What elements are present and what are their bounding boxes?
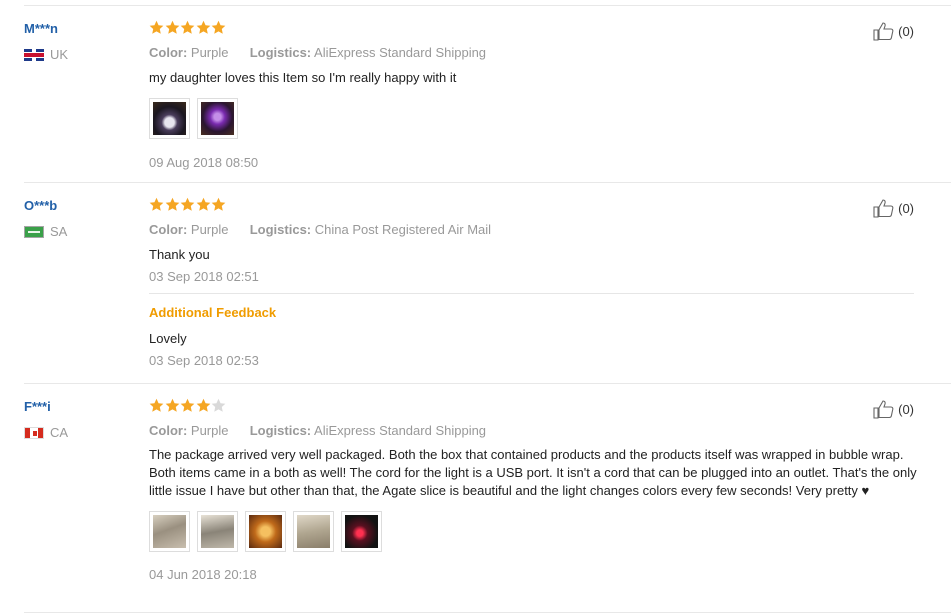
reviewer-name[interactable]: O***b [24,197,67,214]
helpful-count: (0) [898,23,914,39]
star-filled-icon [180,398,195,413]
review-text: my daughter loves this Item so I'm reall… [149,70,457,85]
review-image-thumbnail[interactable] [245,511,286,552]
country-code: CA [50,425,69,440]
review-divider [24,182,951,183]
additional-feedback: Additional Feedback Lovely 03 Sep 2018 0… [149,305,919,368]
reviewer-info: O***b SA [24,197,67,239]
review-date: 03 Sep 2018 02:51 [149,269,259,284]
review-text: The package arrived very well packaged. … [149,446,919,500]
flag-sa-icon [24,225,44,238]
star-filled-icon [165,398,180,413]
logistics-label: Logistics: [249,423,312,438]
review-date: 04 Jun 2018 20:18 [149,567,257,582]
top-divider [24,5,951,6]
star-filled-icon [180,197,195,212]
star-filled-icon [180,20,195,35]
thumbs-up-icon [873,400,894,419]
heart-icon: ♥ [861,483,870,498]
review-attributes: Color: Purple Logistics: AliExpress Stan… [149,422,919,440]
additional-feedback-divider [149,293,914,294]
review-date: 09 Aug 2018 08:50 [149,155,259,170]
thumbs-up-icon [873,199,894,218]
star-filled-icon [165,197,180,212]
logistics-value: AliExpress Standard Shipping [314,423,487,438]
review-image-thumbnail[interactable] [197,98,238,139]
star-filled-icon [149,197,164,212]
country-code: UK [50,47,69,62]
additional-feedback-date: 03 Sep 2018 02:53 [149,353,259,368]
color-value: Purple [190,423,229,438]
review-attributes: Color: Purple Logistics: China Post Regi… [149,221,919,239]
review-content: Color: Purple Logistics: AliExpress Stan… [149,20,919,170]
reviewer-country: UK [24,47,68,62]
additional-feedback-text: Lovely [149,331,187,346]
review-divider [24,612,951,613]
review-content: Color: Purple Logistics: AliExpress Stan… [149,398,919,582]
reviewer-country: CA [24,425,68,440]
review-attributes: Color: Purple Logistics: AliExpress Stan… [149,44,919,62]
review-image-thumbnail[interactable] [149,511,190,552]
star-filled-icon [196,20,211,35]
logistics-value: China Post Registered Air Mail [314,222,492,237]
helpful-button[interactable]: (0) [873,21,914,41]
review-text: Thank you [149,247,210,262]
review-image-thumbnail[interactable] [197,511,238,552]
review-images [149,511,919,552]
reviewer-country: SA [24,224,67,239]
review-image-thumbnail[interactable] [293,511,334,552]
logistics-value: AliExpress Standard Shipping [314,45,487,60]
star-rating [149,398,919,416]
logistics-label: Logistics: [249,222,312,237]
star-rating [149,20,919,38]
color-value: Purple [190,45,229,60]
star-filled-icon [196,197,211,212]
review-images [149,98,919,139]
reviewer-name[interactable]: F***i [24,398,68,415]
color-label: Color: [149,222,188,237]
logistics-label: Logistics: [249,45,312,60]
country-code: SA [50,224,68,239]
color-label: Color: [149,45,188,60]
color-value: Purple [190,222,229,237]
flag-ca-icon [24,426,44,439]
star-empty-icon [211,398,226,413]
additional-feedback-title: Additional Feedback [149,305,277,320]
review-content: Color: Purple Logistics: China Post Regi… [149,197,919,284]
flag-uk-icon [24,48,44,61]
star-filled-icon [211,20,226,35]
helpful-button[interactable]: (0) [873,198,914,218]
reviewer-info: M***n UK [24,20,68,62]
star-filled-icon [149,398,164,413]
star-filled-icon [149,20,164,35]
reviewer-info: F***i CA [24,398,68,440]
color-label: Color: [149,423,188,438]
review-image-thumbnail[interactable] [341,511,382,552]
review-divider [24,383,951,384]
star-filled-icon [165,20,180,35]
star-rating [149,197,919,215]
star-filled-icon [211,197,226,212]
helpful-count: (0) [898,200,914,216]
helpful-count: (0) [898,401,914,417]
review-image-thumbnail[interactable] [149,98,190,139]
reviewer-name[interactable]: M***n [24,20,68,37]
star-filled-icon [196,398,211,413]
review-text-body: The package arrived very well packaged. … [149,447,917,498]
thumbs-up-icon [873,22,894,41]
helpful-button[interactable]: (0) [873,399,914,419]
